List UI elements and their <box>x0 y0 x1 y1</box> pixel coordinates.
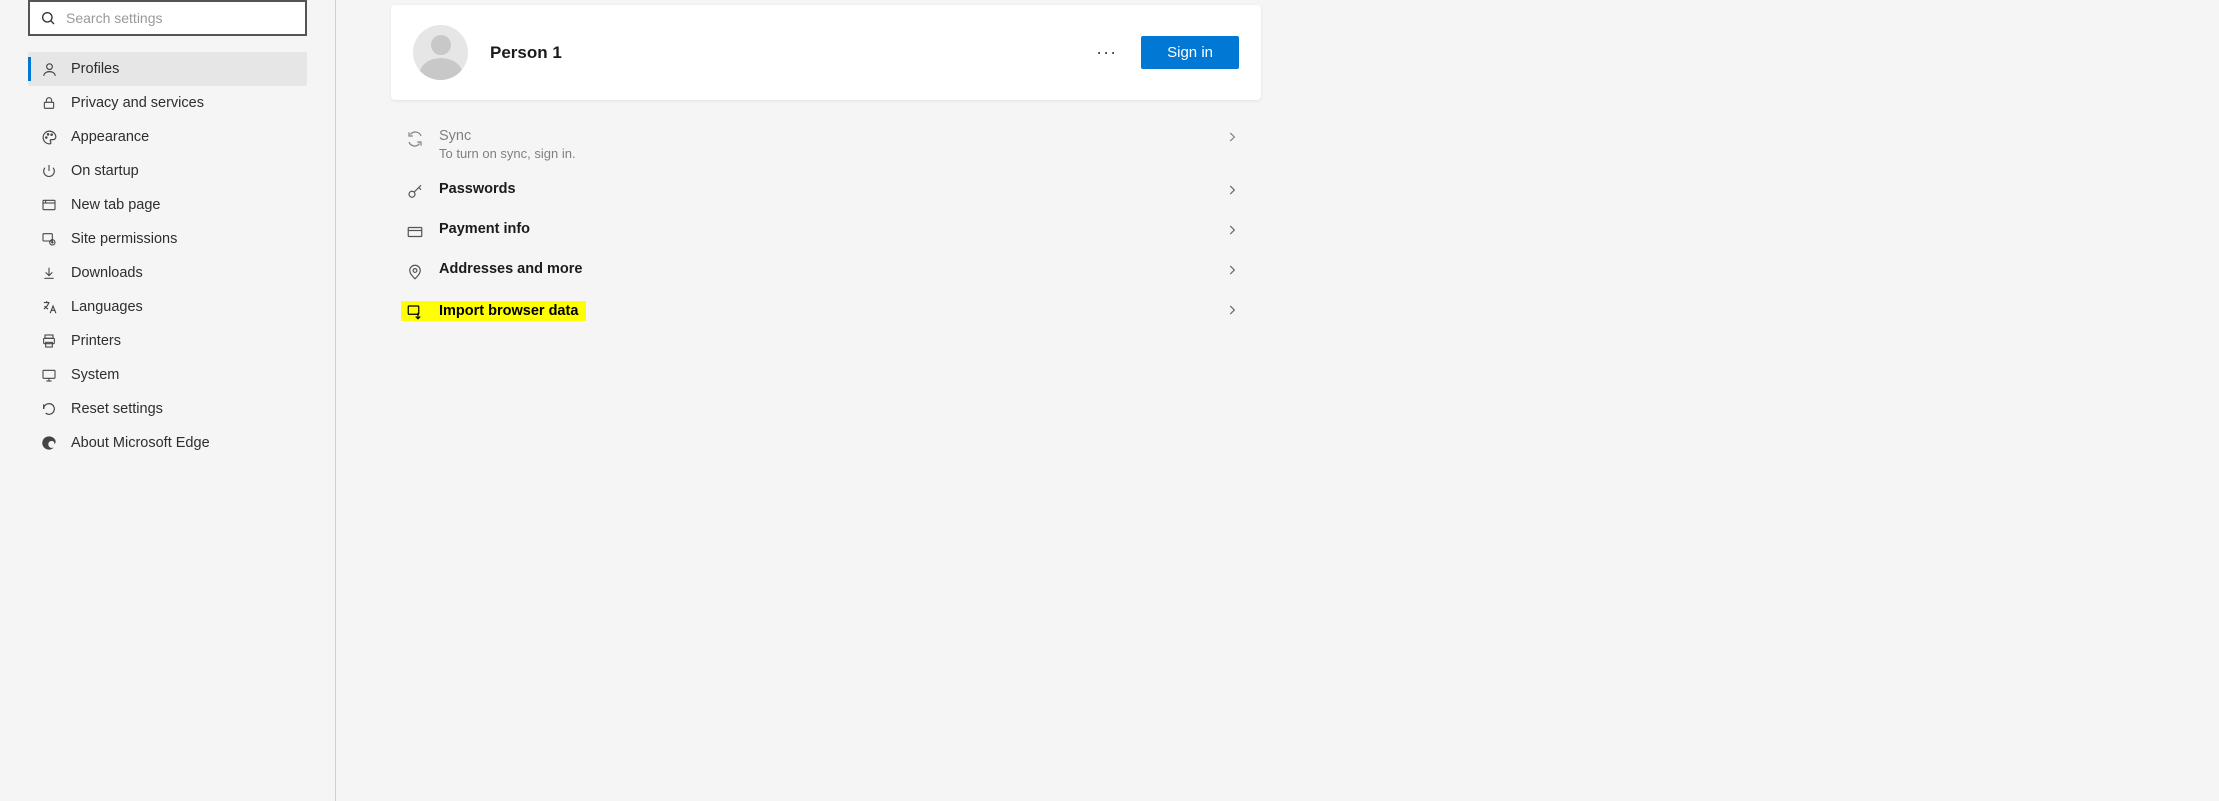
settings-app: Profiles Privacy and services Appearance… <box>0 0 2219 801</box>
search-icon <box>40 10 56 26</box>
row-title: Addresses and more <box>439 261 1225 277</box>
import-highlight: Import browser data <box>401 301 586 321</box>
lock-icon <box>40 95 58 111</box>
settings-sidebar: Profiles Privacy and services Appearance… <box>0 0 336 801</box>
signin-button[interactable]: Sign in <box>1141 36 1239 69</box>
row-subtitle: To turn on sync, sign in. <box>439 146 1225 161</box>
edge-icon <box>40 435 58 451</box>
sidebar-item-label: Reset settings <box>58 401 163 417</box>
sidebar-item-label: Privacy and services <box>58 95 204 111</box>
import-icon <box>401 301 429 321</box>
sidebar-item-reset[interactable]: Reset settings <box>28 392 307 426</box>
sidebar-item-printers[interactable]: Printers <box>28 324 307 358</box>
chevron-right-icon <box>1225 301 1239 317</box>
sidebar-item-downloads[interactable]: Downloads <box>28 256 307 290</box>
sidebar-item-privacy[interactable]: Privacy and services <box>28 86 307 120</box>
sidebar-item-label: On startup <box>58 163 139 179</box>
sidebar-item-startup[interactable]: On startup <box>28 154 307 188</box>
location-icon <box>401 261 429 281</box>
row-import-browser-data[interactable]: Import browser data <box>391 291 1261 331</box>
chevron-right-icon <box>1225 221 1239 237</box>
row-title: Payment info <box>439 221 1225 237</box>
power-icon <box>40 163 58 179</box>
sidebar-item-label: New tab page <box>58 197 160 213</box>
sidebar-item-label: System <box>58 367 119 383</box>
sidebar-item-label: Site permissions <box>58 231 177 247</box>
row-title: Import browser data <box>439 303 578 319</box>
system-icon <box>40 367 58 383</box>
sidebar-item-languages[interactable]: Languages <box>28 290 307 324</box>
sidebar-item-label: Printers <box>58 333 121 349</box>
permissions-icon <box>40 231 58 247</box>
sidebar-item-about[interactable]: About Microsoft Edge <box>28 426 307 460</box>
sync-icon <box>401 128 429 148</box>
person-icon <box>40 61 58 78</box>
key-icon <box>401 181 429 201</box>
search-box[interactable] <box>28 0 307 36</box>
row-title: Passwords <box>439 181 1225 197</box>
chevron-right-icon <box>1225 128 1239 144</box>
sidebar-item-permissions[interactable]: Site permissions <box>28 222 307 256</box>
sidebar-item-label: Downloads <box>58 265 143 281</box>
chevron-right-icon <box>1225 181 1239 197</box>
printer-icon <box>40 333 58 349</box>
newtab-icon <box>40 197 58 213</box>
row-title: Sync <box>439 128 1225 144</box>
more-icon: ··· <box>1096 42 1117 62</box>
avatar <box>413 25 468 80</box>
chevron-right-icon <box>1225 261 1239 277</box>
reset-icon <box>40 401 58 417</box>
sidebar-item-label: Languages <box>58 299 143 315</box>
profile-card: Person 1 ··· Sign in <box>391 5 1261 100</box>
profile-options: Sync To turn on sync, sign in. Passwords <box>391 118 1261 331</box>
row-passwords[interactable]: Passwords <box>391 171 1261 211</box>
profile-more-button[interactable]: ··· <box>1086 36 1127 69</box>
sidebar-item-newtab[interactable]: New tab page <box>28 188 307 222</box>
main-pane: Person 1 ··· Sign in Sync To turn on syn… <box>336 0 2219 801</box>
sidebar-item-profiles[interactable]: Profiles <box>28 52 307 86</box>
languages-icon <box>40 299 58 316</box>
row-addresses[interactable]: Addresses and more <box>391 251 1261 291</box>
profile-name: Person 1 <box>490 43 1086 63</box>
palette-icon <box>40 129 58 146</box>
row-payment[interactable]: Payment info <box>391 211 1261 251</box>
sidebar-item-label: Appearance <box>58 129 149 145</box>
sidebar-item-label: About Microsoft Edge <box>58 435 210 451</box>
sidebar-item-system[interactable]: System <box>28 358 307 392</box>
download-icon <box>40 265 58 281</box>
row-sync[interactable]: Sync To turn on sync, sign in. <box>391 118 1261 171</box>
search-input[interactable] <box>56 9 305 27</box>
card-icon <box>401 221 429 241</box>
nav: Profiles Privacy and services Appearance… <box>0 46 335 466</box>
sidebar-item-appearance[interactable]: Appearance <box>28 120 307 154</box>
sidebar-item-label: Profiles <box>58 61 119 77</box>
